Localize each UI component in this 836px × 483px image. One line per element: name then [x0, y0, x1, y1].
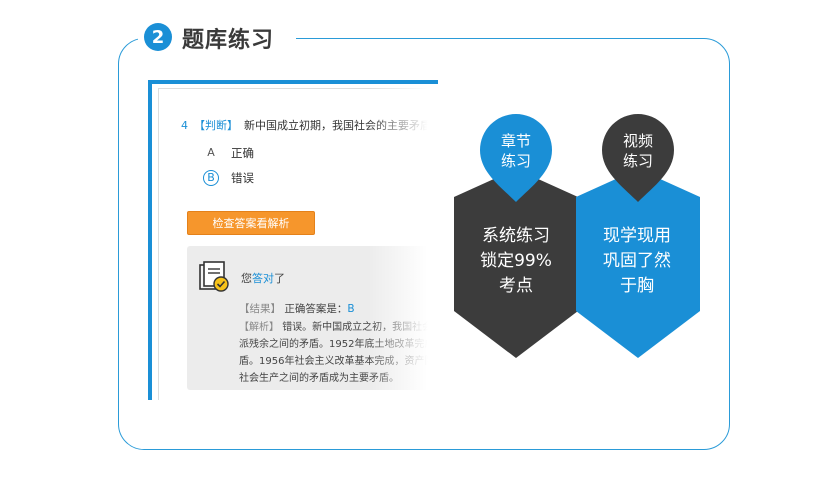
correct-prefix: 您: [241, 272, 252, 285]
panel-fade-overlay: [368, 84, 438, 400]
correct-message: 您答对了: [241, 270, 285, 286]
left-cap-label: 章节 练习: [484, 131, 548, 171]
result-text: 正确答案是：: [284, 303, 348, 315]
right-cap-label: 视频 练习: [606, 131, 670, 171]
document-check-icon: [199, 261, 229, 292]
right-body-line-3: 于胸: [620, 276, 654, 296]
right-body-line-2: 巩固了然: [603, 251, 671, 271]
right-cap-line-1: 视频: [622, 132, 653, 150]
result-answer: B: [347, 303, 355, 315]
left-body-line-1: 系统练习: [482, 226, 550, 246]
result-tag: 【结果】: [239, 303, 281, 315]
right-cap-line-2: 练习: [622, 152, 653, 170]
right-hex-label: 现学现用 巩固了然 于胸: [580, 224, 694, 299]
question-type-tag: 【判断】: [194, 119, 238, 132]
section-title: 题库练习: [182, 28, 275, 53]
option-a-label: 正确: [231, 146, 254, 160]
check-answer-button[interactable]: 检查答案看解析: [187, 211, 315, 235]
option-a[interactable]: A 正确: [203, 145, 254, 161]
question-number: 4: [181, 119, 188, 132]
question-screenshot-panel: 4 【判断】 新中国成立初期，我国社会的主要矛盾是资 A 正确 B 错误 检查答案看…: [148, 80, 438, 400]
left-cap-line-2: 练习: [500, 152, 531, 170]
option-b-letter-selected: B: [203, 170, 219, 186]
analysis-tag: 【解析】: [239, 322, 279, 333]
right-body-line-1: 现学现用: [603, 226, 671, 246]
left-body-line-2: 锁定99%: [480, 251, 552, 271]
correct-suffix: 了: [274, 272, 285, 285]
section-number-badge: 2: [144, 23, 172, 51]
option-b-label: 错误: [231, 171, 254, 185]
option-a-letter: A: [207, 146, 215, 159]
result-line: 【结果】 正确答案是：B: [239, 301, 355, 316]
left-hex-label: 系统练习 锁定99% 考点: [460, 224, 572, 299]
correct-highlight: 答对: [252, 272, 274, 285]
left-body-line-3: 考点: [499, 276, 533, 296]
left-cap-line-1: 章节: [500, 132, 531, 150]
option-b[interactable]: B 错误: [203, 170, 254, 186]
